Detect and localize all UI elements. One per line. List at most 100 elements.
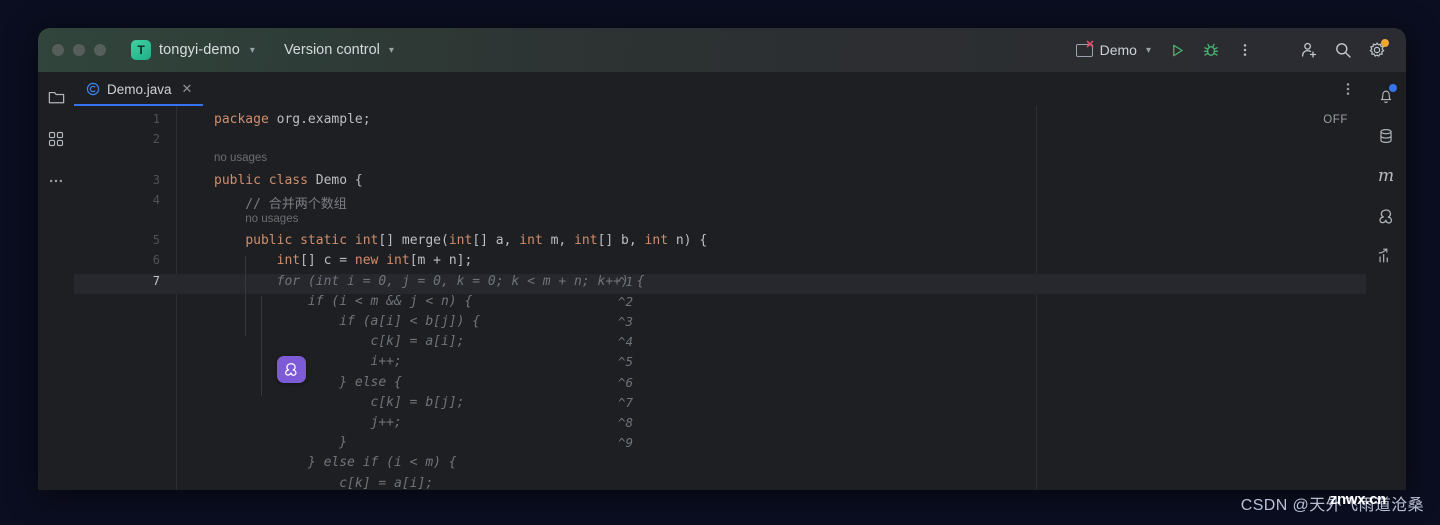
line-text: public class Demo {	[214, 172, 363, 188]
code-line: } ^9	[74, 435, 1366, 455]
debug-icon	[1203, 43, 1219, 56]
ai-assistant-inline-badge[interactable]	[277, 356, 306, 383]
code-line: 6 int[] c = new int[m + n];	[74, 253, 1366, 273]
maximize-window-button[interactable]	[94, 44, 106, 56]
sidebar-item-ai-assistant[interactable]	[1372, 202, 1400, 230]
ghost-suggestion-text: i++;	[214, 354, 402, 370]
run-config-label: Demo	[1099, 42, 1137, 58]
more-options-icon	[1346, 83, 1350, 95]
ai-assistant-icon	[1378, 208, 1392, 224]
code-line: c[k] = a[i]; ^4	[74, 334, 1366, 354]
folder-icon	[48, 91, 64, 103]
more-options-icon	[1243, 44, 1247, 56]
suggestion-line-marker: ^7	[618, 394, 634, 410]
code-line: c[k] = a[i];	[74, 476, 1366, 490]
code-line: no usages	[74, 213, 1366, 233]
project-name-label: tongyi-demo	[159, 42, 240, 58]
suggestion-line-marker: ^5	[618, 354, 634, 370]
code-line: if (a[i] < b[j]) {^3	[74, 314, 1366, 334]
editor-tabs-options-button[interactable]	[1340, 72, 1356, 106]
chevron-down-icon: ▾	[388, 44, 394, 56]
run-icon	[1172, 44, 1183, 56]
ai-assistant-icon	[285, 363, 297, 376]
code-line: if (i < m && j < n) { ^2	[74, 294, 1366, 314]
screenshot-root: T tongyi-demo ▾ Version control ▾ ✕ Demo…	[0, 0, 1440, 525]
sidebar-item-database[interactable]	[1372, 122, 1400, 150]
suggestion-line-marker: ^2	[618, 293, 634, 309]
code-line: 5 public static int[] merge(int[] a, int…	[74, 233, 1366, 253]
run-config-icon: ✕	[1075, 40, 1095, 57]
window-traffic-lights[interactable]	[52, 44, 106, 56]
ide-body: Demo.java ✕ OFF 1 package org.example; 2…	[38, 72, 1406, 490]
left-tool-rail	[38, 72, 74, 490]
chart-icon	[1378, 248, 1388, 263]
tab-demo-java[interactable]: Demo.java ✕	[74, 72, 204, 106]
settings-notification-dot	[1381, 39, 1389, 47]
suggestion-line-marker: ^8	[618, 415, 634, 430]
code-line: 1 package org.example;	[74, 112, 1366, 132]
ghost-suggestion-text: }	[214, 435, 348, 451]
title-bar: T tongyi-demo ▾ Version control ▾ ✕ Demo…	[38, 28, 1406, 72]
ghost-suggestion-text: c[k] = a[i];	[214, 334, 465, 350]
modules-icon	[48, 131, 64, 147]
code-line: j++; ^8	[74, 415, 1366, 435]
code-line: c[k] = b[j]; ^7	[74, 395, 1366, 415]
close-icon[interactable]: ✕	[182, 81, 193, 97]
code-line: 3 public class Demo {	[74, 173, 1366, 193]
line-text: int[] c = new int[m + n];	[276, 253, 473, 269]
sidebar-item-more[interactable]	[43, 168, 69, 194]
debug-button[interactable]	[1196, 35, 1226, 65]
project-badge: T	[131, 40, 151, 60]
ghost-suggestion-text: } else {	[214, 374, 402, 390]
java-class-icon	[86, 82, 100, 96]
ide-window: T tongyi-demo ▾ Version control ▾ ✕ Demo…	[38, 28, 1406, 490]
right-tool-rail: m	[1366, 72, 1406, 490]
add-user-button[interactable]	[1294, 35, 1324, 65]
notification-badge	[1389, 84, 1397, 92]
indent-guide	[245, 256, 246, 336]
sidebar-item-structure[interactable]	[43, 126, 69, 152]
sidebar-item-maven[interactable]: m	[1372, 162, 1400, 190]
usage-hint: no usages	[214, 152, 268, 165]
line-number: 6	[152, 253, 160, 268]
ghost-suggestion-text: j++;	[214, 415, 402, 430]
sidebar-item-notifications[interactable]	[1372, 82, 1400, 110]
run-button[interactable]	[1162, 35, 1192, 65]
project-selector[interactable]: T tongyi-demo ▾	[124, 37, 262, 63]
chevron-down-icon: ▾	[249, 44, 255, 56]
line-text: package org.example;	[214, 112, 371, 127]
editor-tab-strip: Demo.java ✕	[74, 72, 1366, 106]
ghost-suggestion-text: for (int i = 0, j = 0, k = 0; k < m + n;…	[214, 273, 645, 289]
run-configuration-selector[interactable]: ✕ Demo ▾	[1069, 38, 1158, 62]
version-control-menu[interactable]: Version control ▾	[284, 42, 394, 58]
tab-label: Demo.java	[107, 81, 172, 97]
sidebar-item-profiler[interactable]	[1372, 242, 1400, 270]
chevron-down-icon: ▾	[1145, 44, 1151, 56]
suggestion-line-marker: ^1	[618, 273, 634, 289]
ghost-suggestion-text: } else if (i < m) {	[214, 455, 457, 471]
suggestion-line-marker: ^9	[618, 435, 634, 451]
code-content[interactable]: 1 package org.example; 2 no usages 3 public c…	[74, 106, 1366, 490]
search-button[interactable]	[1328, 35, 1358, 65]
ghost-suggestion-text: c[k] = a[i];	[214, 475, 434, 490]
more-options-button[interactable]	[1230, 35, 1260, 65]
code-line: } else { ^6	[74, 375, 1366, 395]
line-number: 5	[152, 233, 160, 248]
code-line: 4 // 合并两个数组	[74, 193, 1366, 213]
sidebar-item-project[interactable]	[43, 84, 69, 110]
settings-button[interactable]	[1362, 35, 1392, 65]
ghost-suggestion-text: if (i < m && j < n) {	[214, 293, 473, 309]
usage-hint: no usages	[245, 213, 299, 225]
suggestion-line-marker: ^3	[618, 314, 634, 329]
code-editor[interactable]: OFF 1 package org.example; 2 no usages 3 publ…	[74, 106, 1366, 490]
close-window-button[interactable]	[52, 44, 64, 56]
code-line: i++; ^5	[74, 354, 1366, 374]
minimize-window-button[interactable]	[73, 44, 85, 56]
ghost-suggestion-text: c[k] = b[j];	[214, 394, 465, 410]
code-line: 2	[74, 132, 1366, 152]
database-icon	[1380, 129, 1392, 143]
version-control-label: Version control	[283, 42, 380, 58]
editor-area: Demo.java ✕ OFF 1 package org.example; 2…	[74, 72, 1366, 490]
line-number: 4	[152, 192, 160, 207]
suggestion-line-marker: ^6	[618, 374, 634, 390]
